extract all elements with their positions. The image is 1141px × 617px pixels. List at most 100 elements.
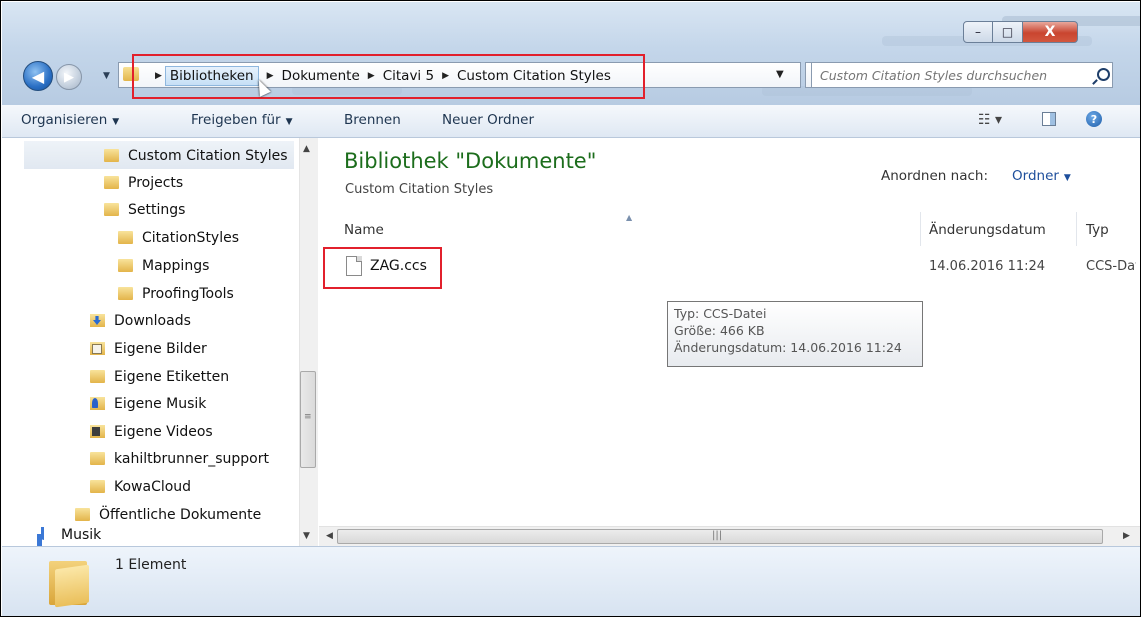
sort-ascending-icon: ▲ <box>626 213 633 222</box>
close-button[interactable]: X <box>1023 21 1078 43</box>
folder-icon <box>104 203 119 216</box>
nav-item-kowacloud[interactable]: KowaCloud <box>90 473 191 500</box>
column-header-name[interactable]: Name <box>344 222 384 238</box>
title-bar <box>2 2 1140 105</box>
nav-item-eigene-etiketten[interactable]: Eigene Etiketten <box>90 363 229 390</box>
column-header-date[interactable]: Änderungsdatum <box>929 222 1046 238</box>
nav-item-oeffentliche-dokumente[interactable]: Öffentliche Dokumente <box>75 501 261 528</box>
nav-scroll-thumb[interactable]: ≡ <box>300 371 316 468</box>
nav-item-settings[interactable]: Settings <box>104 196 185 223</box>
file-type: CCS-Datei <box>1086 259 1136 274</box>
arrange-by-value: Ordner <box>1012 168 1059 184</box>
music-folder-icon <box>90 397 105 410</box>
folder-large-icon <box>49 557 91 608</box>
video-folder-icon <box>90 425 105 438</box>
tooltip-date: Änderungsdatum: 14.06.2016 11:24 <box>674 340 902 355</box>
nav-item-label: KowaCloud <box>114 478 192 495</box>
folder-icon <box>104 149 119 162</box>
help-icon[interactable]: ? <box>1086 111 1102 127</box>
breadcrumb-custom-citation-styles[interactable]: Custom Citation Styles <box>457 68 611 84</box>
library-title: Bibliothek "Dokumente" <box>344 149 597 173</box>
folder-icon <box>104 176 119 189</box>
back-button[interactable]: ◀ <box>23 61 53 91</box>
nav-item-label: Custom Citation Styles <box>128 147 288 164</box>
nav-item-eigene-videos[interactable]: Eigene Videos <box>90 418 213 445</box>
organize-button[interactable]: Organisieren ▼ <box>21 112 119 128</box>
nav-item-label: Projects <box>128 174 184 191</box>
nav-item-mappings[interactable]: Mappings <box>118 252 209 279</box>
command-bar <box>2 105 1140 138</box>
burn-button[interactable]: Brennen <box>344 112 401 128</box>
organize-label: Organisieren <box>21 112 108 128</box>
nav-vertical-scrollbar[interactable]: ▲ ▼ <box>299 138 318 546</box>
forward-button[interactable]: ▶ <box>56 64 82 90</box>
pictures-folder-icon <box>90 342 105 355</box>
nav-item-citationstyles[interactable]: CitationStyles <box>118 224 239 251</box>
download-folder-icon <box>90 314 105 327</box>
nav-item-projects[interactable]: Projects <box>104 169 183 196</box>
maximize-button[interactable]: □ <box>993 21 1023 43</box>
folder-icon <box>118 259 133 272</box>
address-dropdown-button[interactable]: ▼ <box>776 69 784 80</box>
nav-item-eigene-bilder[interactable]: Eigene Bilder <box>90 335 207 362</box>
breadcrumb-dokumente[interactable]: Dokumente <box>282 68 360 84</box>
nav-item-musik[interactable]: Musik <box>37 527 101 546</box>
nav-item-custom-citation-styles[interactable]: Custom Citation Styles <box>104 142 288 169</box>
recent-pages-dropdown[interactable]: ▼ <box>103 71 110 81</box>
chevron-down-icon: ▼ <box>112 117 120 127</box>
minimize-button[interactable]: – <box>963 21 993 43</box>
folder-front <box>55 564 89 608</box>
nav-item-label: Eigene Musik <box>114 395 207 412</box>
nav-item-label: Öffentliche Dokumente <box>99 506 262 523</box>
scroll-left-icon[interactable]: ◀ <box>326 531 333 541</box>
breadcrumb: ▶ Bibliotheken ▶ Dokumente ▶ Citavi 5 ▶ … <box>147 65 611 87</box>
file-name[interactable]: ZAG.ccs <box>370 258 427 274</box>
scroll-right-icon[interactable]: ▶ <box>1123 531 1130 541</box>
nav-item-label: Musik <box>61 527 102 543</box>
window-controls: – □ X <box>963 21 1078 47</box>
nav-item-proofingtools[interactable]: ProofingTools <box>118 280 234 307</box>
chevron-right-icon[interactable]: ▶ <box>442 71 449 81</box>
nav-item-downloads[interactable]: Downloads <box>90 307 191 334</box>
nav-item-label: Mappings <box>142 257 210 274</box>
folder-icon <box>90 370 105 383</box>
nav-item-label: Eigene Bilder <box>114 340 207 357</box>
chevron-down-icon: ▼ <box>285 117 293 127</box>
nav-item-kahiltbrunner-support[interactable]: kahiltbrunner_support <box>90 445 269 472</box>
chevron-right-icon[interactable]: ▶ <box>267 71 274 81</box>
file-tooltip: Typ: CCS-Datei Größe: 466 KB Änderungsda… <box>667 301 923 367</box>
column-header-type[interactable]: Typ <box>1086 222 1109 238</box>
chevron-right-icon[interactable]: ▶ <box>368 71 375 81</box>
library-subtitle: Custom Citation Styles <box>345 182 494 197</box>
search-box <box>811 62 1113 88</box>
music-library-icon <box>37 527 52 540</box>
nav-item-label: Eigene Etiketten <box>114 368 230 385</box>
nav-item-label: CitationStyles <box>142 229 240 246</box>
column-divider[interactable] <box>1076 212 1077 246</box>
grip-icon: ≡ <box>304 412 312 422</box>
breadcrumb-bibliotheken[interactable]: Bibliotheken <box>164 66 259 86</box>
view-options-icon[interactable]: ☷ ▾ <box>978 112 1002 128</box>
nav-item-label: kahiltbrunner_support <box>114 450 269 467</box>
grip-icon: ||| <box>712 530 723 541</box>
search-input[interactable] <box>820 66 1080 84</box>
scroll-up-icon[interactable]: ▲ <box>303 144 310 154</box>
tooltip-size: Größe: 466 KB <box>674 323 765 338</box>
new-folder-button[interactable]: Neuer Ordner <box>442 112 534 128</box>
nav-item-label: ProofingTools <box>142 285 234 302</box>
nav-item-eigene-musik[interactable]: Eigene Musik <box>90 390 206 417</box>
scroll-down-icon[interactable]: ▼ <box>303 531 310 541</box>
breadcrumb-citavi[interactable]: Citavi 5 <box>383 68 434 84</box>
arrange-by-dropdown[interactable]: Ordner ▼ <box>1012 168 1071 184</box>
file-icon[interactable] <box>346 256 362 276</box>
item-count: 1 Element <box>115 557 187 573</box>
share-label: Freigeben für <box>191 112 281 128</box>
chevron-right-icon[interactable]: ▶ <box>155 71 162 81</box>
folder-icon <box>90 452 105 465</box>
horizontal-scroll-thumb[interactable]: ||| <box>337 529 1103 544</box>
chevron-down-icon: ▼ <box>1063 173 1071 183</box>
search-icon[interactable] <box>1097 68 1110 81</box>
preview-pane-icon[interactable] <box>1042 112 1056 126</box>
column-divider[interactable] <box>920 212 921 246</box>
share-button[interactable]: Freigeben für ▼ <box>191 112 292 128</box>
